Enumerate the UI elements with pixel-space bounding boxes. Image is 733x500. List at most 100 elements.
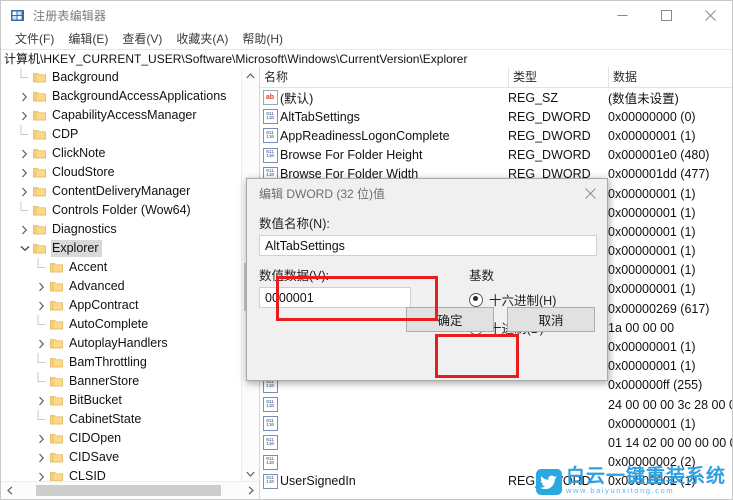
scroll-right-icon[interactable] xyxy=(242,482,259,499)
tree-connector-icon xyxy=(34,410,49,429)
tree-item-cidsave[interactable]: CIDSave xyxy=(1,448,242,467)
base-group-label: 基数 xyxy=(469,269,495,283)
tree-item-bitbucket[interactable]: BitBucket xyxy=(1,391,242,410)
value-data-input[interactable]: 0000001 xyxy=(259,287,411,308)
minimize-icon[interactable] xyxy=(600,1,644,30)
tree-connector-icon xyxy=(17,125,32,144)
tree-item-label: CIDOpen xyxy=(69,431,122,445)
tree-item-explorer[interactable]: Explorer xyxy=(1,239,242,258)
menu-item-view[interactable]: 查看(V) xyxy=(115,30,169,49)
tree-item-cloudstore[interactable]: CloudStore xyxy=(1,163,242,182)
tree-item-clicknote[interactable]: ClickNote xyxy=(1,144,242,163)
chevron-right-icon[interactable] xyxy=(17,220,32,239)
close-icon[interactable] xyxy=(688,1,732,30)
registry-value-row[interactable]: 011 110 AppReadinessLogonComplete REG_DWORD… xyxy=(260,126,732,145)
tree-item-cabinetstate[interactable]: CabinetState xyxy=(1,410,242,429)
value-data: 0x00000001 (1) xyxy=(608,359,696,374)
tree-item-contentdeliverymanager[interactable]: ContentDeliveryManager xyxy=(1,182,242,201)
value-data: 0x000001e0 (480) xyxy=(608,148,710,163)
folder-icon xyxy=(49,315,64,334)
maximize-icon[interactable] xyxy=(644,1,688,30)
tree-item-autocomplete[interactable]: AutoComplete xyxy=(1,315,242,334)
menu-item-file[interactable]: 文件(F) xyxy=(8,30,61,49)
tree-item-label: BannerStore xyxy=(69,374,140,388)
chevron-right-icon[interactable] xyxy=(34,334,49,353)
tree-item-label: Controls Folder (Wow64) xyxy=(52,203,191,217)
menu-item-favorites[interactable]: 收藏夹(A) xyxy=(169,30,235,49)
tree-horizontal-scrollbar[interactable] xyxy=(1,481,259,499)
chevron-right-icon[interactable] xyxy=(17,87,32,106)
tree-connector-icon xyxy=(34,372,49,391)
tree-item-label: Advanced xyxy=(69,279,125,293)
tree-item-label: BamThrottling xyxy=(69,355,147,369)
tree-item-diagnostics[interactable]: Diagnostics xyxy=(1,220,242,239)
tree-item-appcontract[interactable]: AppContract xyxy=(1,296,242,315)
tree-item-bamthrottling[interactable]: BamThrottling xyxy=(1,353,242,372)
tree-item-advanced[interactable]: Advanced xyxy=(1,277,242,296)
column-header-name[interactable]: 名称 xyxy=(260,67,508,87)
dialog-close-icon[interactable] xyxy=(573,179,607,207)
chevron-right-icon[interactable] xyxy=(34,296,49,315)
chevron-right-icon[interactable] xyxy=(17,144,32,163)
reg-dword-icon: 011110 xyxy=(260,147,280,163)
tree-item-label: CIDSave xyxy=(69,450,120,464)
tree-item-label: ClickNote xyxy=(52,146,106,160)
tree-item-controls-folder-wow64[interactable]: Controls Folder (Wow64) xyxy=(1,201,242,220)
menu-bar: 文件(F) 编辑(E) 查看(V) 收藏夹(A) 帮助(H) xyxy=(1,30,732,49)
column-header-data[interactable]: 数据 xyxy=(608,67,732,87)
folder-icon xyxy=(49,448,64,467)
chevron-right-icon[interactable] xyxy=(17,182,32,201)
menu-item-edit[interactable]: 编辑(E) xyxy=(61,30,115,49)
scroll-up-icon[interactable] xyxy=(242,67,259,84)
registry-value-row[interactable]: 011 110 AltTabSettings REG_DWORD 0x00000000 … xyxy=(260,107,732,126)
registry-tree: Background BackgroundAccessApplications Ca… xyxy=(1,67,242,482)
cancel-button[interactable]: 取消 xyxy=(507,307,595,332)
tree-hscroll-thumb[interactable] xyxy=(36,485,221,496)
tree-item-backgroundaccessapplications[interactable]: BackgroundAccessApplications xyxy=(1,87,242,106)
tree-item-autoplayhandlers[interactable]: AutoplayHandlers xyxy=(1,334,242,353)
ok-button[interactable]: 确定 xyxy=(406,307,494,332)
registry-value-row[interactable]: 011 110 24 00 00 00 3c 28 00 00 xyxy=(260,395,732,414)
tree-item-accent[interactable]: Accent xyxy=(1,258,242,277)
chevron-right-icon[interactable] xyxy=(34,448,49,467)
tree-item-label: AppContract xyxy=(69,298,139,312)
tree-item-cidopen[interactable]: CIDOpen xyxy=(1,429,242,448)
chevron-down-icon[interactable] xyxy=(17,239,32,258)
menu-item-help[interactable]: 帮助(H) xyxy=(235,30,290,49)
registry-value-row[interactable]: 011110 0x00000001 (1) xyxy=(260,414,732,433)
chevron-right-icon[interactable] xyxy=(17,106,32,125)
tree-connector-icon xyxy=(34,258,49,277)
value-data: 0x000000ff (255) xyxy=(608,378,703,393)
registry-tree-pane: Background BackgroundAccessApplications Ca… xyxy=(1,67,260,499)
registry-value-row[interactable]: 011 110 Browse For Folder Height REG_DWORD 0… xyxy=(260,146,732,165)
value-name-input[interactable]: AltTabSettings xyxy=(259,235,597,256)
chevron-right-icon[interactable] xyxy=(34,467,49,482)
dialog-body: 数值名称(N): AltTabSettings 数值数据(V): 0000001… xyxy=(247,213,607,346)
chevron-right-icon[interactable] xyxy=(34,391,49,410)
registry-value-row[interactable]: 011 110 01 14 02 00 00 00 00 00 xyxy=(260,433,732,452)
title-bar: 注册表编辑器 xyxy=(1,1,732,30)
tree-item-capabilityaccessmanager[interactable]: CapabilityAccessManager xyxy=(1,106,242,125)
watermark-text: 白云一键重装系统 www.baiyunxitong.com xyxy=(566,466,726,495)
folder-icon xyxy=(32,87,47,106)
registry-value-row[interactable]: ab (默认) REG_SZ (数值未设置) xyxy=(260,88,732,107)
tree-item-bannerstore[interactable]: BannerStore xyxy=(1,372,242,391)
address-bar[interactable]: 计算机\HKEY_CURRENT_USER\Software\Microsoft… xyxy=(1,49,732,68)
tree-item-cdp[interactable]: CDP xyxy=(1,125,242,144)
scroll-down-icon[interactable] xyxy=(242,465,259,482)
tree-item-label: BitBucket xyxy=(69,393,122,407)
watermark-url: www.baiyunxitong.com xyxy=(565,486,675,495)
value-type: REG_DWORD xyxy=(508,128,591,143)
chevron-right-icon[interactable] xyxy=(17,163,32,182)
dialog-lower-row: 数值数据(V): 0000001 基数 十六进制(H) 十进制(D) xyxy=(259,263,595,346)
tree-item-background[interactable]: Background xyxy=(1,68,242,87)
folder-icon xyxy=(32,201,47,220)
chevron-right-icon[interactable] xyxy=(34,429,49,448)
tree-connector-icon xyxy=(34,353,49,372)
tree-item-clsid[interactable]: CLSID xyxy=(1,467,242,482)
column-header-type[interactable]: 类型 xyxy=(508,67,608,87)
tree-item-label: CapabilityAccessManager xyxy=(52,108,197,122)
scroll-left-icon[interactable] xyxy=(1,482,18,499)
value-data: 0x000001dd (477) xyxy=(608,167,710,182)
chevron-right-icon[interactable] xyxy=(34,277,49,296)
